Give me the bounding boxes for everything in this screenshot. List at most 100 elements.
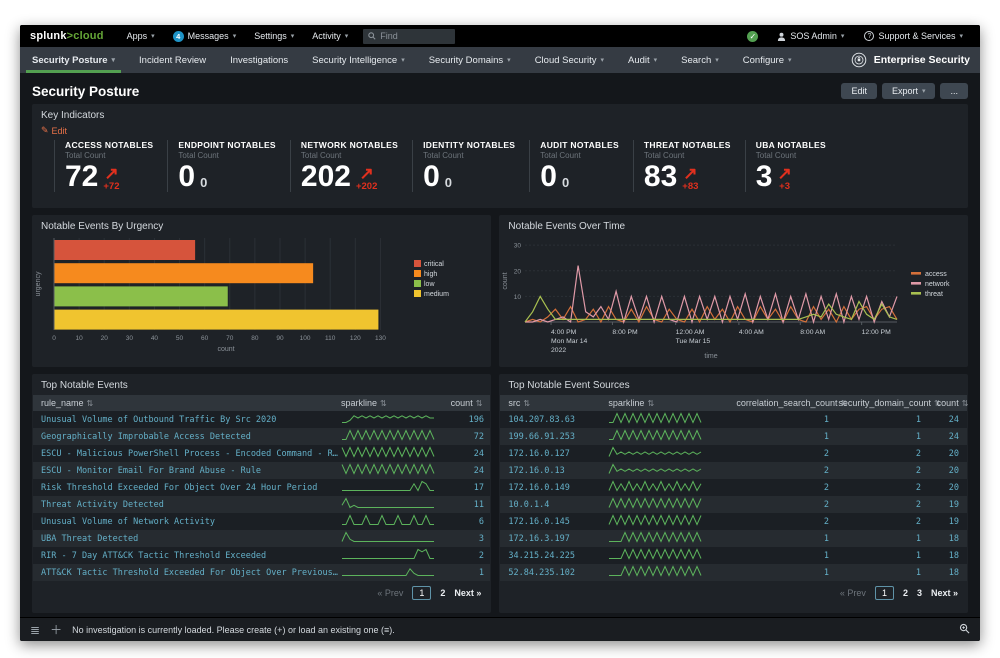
cell-count[interactable]: 2 <box>829 483 921 493</box>
topbar-menu-messages[interactable]: 4Messages▾ <box>164 25 246 47</box>
cell-count[interactable]: 1 <box>736 415 829 425</box>
pager-page-2[interactable]: 2 <box>440 588 445 598</box>
pager-page-2[interactable]: 2 <box>903 588 908 598</box>
urgency-bar-chart[interactable]: 0102030405060708090100110120130counturge… <box>32 234 484 360</box>
key-indicator-access-notables[interactable]: ACCESS NOTABLESTotal Count72↗+72 <box>54 140 167 192</box>
key-indicator-audit-notables[interactable]: AUDIT NOTABLESTotal Count00 <box>529 140 633 192</box>
edit-button[interactable]: Edit <box>841 83 877 99</box>
cell-count[interactable]: 196 <box>436 415 484 425</box>
cell-count[interactable]: 18 <box>921 551 959 561</box>
cell-count[interactable]: 2 <box>736 517 829 527</box>
cell-count[interactable]: 1 <box>736 432 829 442</box>
cell-count[interactable]: 2 <box>829 517 921 527</box>
cell-count[interactable]: 20 <box>921 466 959 476</box>
cell-count[interactable]: 17 <box>436 483 484 493</box>
column-header-count[interactable]: count⇅ <box>434 398 482 408</box>
cell-link[interactable]: 199.66.91.253 <box>508 432 608 442</box>
cell-link[interactable]: 172.16.0.13 <box>508 466 608 476</box>
cell-link[interactable]: Unusual Volume of Network Activity <box>41 517 341 527</box>
cell-count[interactable]: 2 <box>736 500 829 510</box>
cell-count[interactable]: 1 <box>736 568 829 578</box>
nav-tab-configure[interactable]: Configure▾ <box>731 47 804 73</box>
cell-count[interactable]: 20 <box>921 449 959 459</box>
support-menu[interactable]: ? Support & Services▾ <box>855 31 972 41</box>
cell-count[interactable]: 2 <box>829 500 921 510</box>
cell-count[interactable]: 2 <box>736 449 829 459</box>
nav-tab-investigations[interactable]: Investigations <box>218 47 300 73</box>
export-button[interactable]: Export▾ <box>882 83 936 99</box>
cell-link[interactable]: 34.215.24.225 <box>508 551 608 561</box>
cell-link[interactable]: 104.207.83.63 <box>508 415 608 425</box>
cell-count[interactable]: 24 <box>436 449 484 459</box>
key-indicator-endpoint-notables[interactable]: ENDPOINT NOTABLESTotal Count00 <box>167 140 290 192</box>
topbar-menu-settings[interactable]: Settings▾ <box>245 25 303 47</box>
key-indicator-identity-notables[interactable]: IDENTITY NOTABLESTotal Count00 <box>412 140 529 192</box>
cell-count[interactable]: 24 <box>921 415 959 425</box>
cell-count[interactable]: 18 <box>921 534 959 544</box>
cell-count[interactable]: 1 <box>436 568 484 578</box>
investigation-add-icon[interactable]: ＋ <box>50 621 62 638</box>
column-header-sparkline[interactable]: sparkline⇅ <box>608 398 736 408</box>
topbar-menu-apps[interactable]: Apps▾ <box>118 25 164 47</box>
cell-count[interactable]: 2 <box>736 466 829 476</box>
nav-tab-cloud-security[interactable]: Cloud Security▾ <box>523 47 616 73</box>
cell-link[interactable]: 10.0.1.4 <box>508 500 608 510</box>
pager-next[interactable]: Next » <box>454 588 481 598</box>
cell-link[interactable]: 172.16.3.197 <box>508 534 608 544</box>
cell-count[interactable]: 72 <box>436 432 484 442</box>
nav-tab-security-posture[interactable]: Security Posture▾ <box>20 47 127 73</box>
cell-count[interactable]: 24 <box>436 466 484 476</box>
pager-prev[interactable]: « Prev <box>840 588 866 598</box>
cell-count[interactable]: 19 <box>921 500 959 510</box>
cell-link[interactable]: UBA Threat Detected <box>41 534 341 544</box>
cell-count[interactable]: 19 <box>921 517 959 527</box>
column-header-count[interactable]: count⇅ <box>930 398 968 408</box>
more-button[interactable]: ... <box>940 83 968 99</box>
cell-count[interactable]: 1 <box>829 415 921 425</box>
topbar-menu-activity[interactable]: Activity▾ <box>303 25 357 47</box>
health-check-icon[interactable]: ✓ <box>747 31 758 42</box>
pager-page-1[interactable]: 1 <box>412 586 431 600</box>
cell-link[interactable]: Unusual Volume of Outbound Traffic By Sr… <box>41 415 341 425</box>
investigation-list-icon[interactable]: ≣ <box>30 623 40 637</box>
nav-tab-search[interactable]: Search▾ <box>669 47 731 73</box>
pager-next[interactable]: Next » <box>931 588 958 598</box>
column-header-src[interactable]: src⇅ <box>508 398 608 408</box>
nav-tab-audit[interactable]: Audit▾ <box>616 47 669 73</box>
overtime-line-chart[interactable]: 1020304:00 PMMon Mar 1420228:00 PM12:00 … <box>499 234 961 362</box>
nav-tab-security-domains[interactable]: Security Domains▾ <box>417 47 523 73</box>
cell-link[interactable]: Threat Activity Detected <box>41 500 341 510</box>
cell-link[interactable]: 172.16.0.145 <box>508 517 608 527</box>
cell-count[interactable]: 2 <box>736 483 829 493</box>
pager-prev[interactable]: « Prev <box>377 588 403 598</box>
key-indicator-threat-notables[interactable]: THREAT NOTABLESTotal Count83↗+83 <box>633 140 745 192</box>
pager-page-3[interactable]: 3 <box>917 588 922 598</box>
column-header-correlation_search_count[interactable]: correlation_search_count⇅ <box>736 398 838 408</box>
column-header-security_domain_count[interactable]: security_domain_count⇅ <box>838 398 930 408</box>
cell-count[interactable]: 1 <box>829 551 921 561</box>
cell-link[interactable]: 172.16.0.127 <box>508 449 608 459</box>
cell-link[interactable]: 52.84.235.102 <box>508 568 608 578</box>
cell-count[interactable]: 2 <box>829 449 921 459</box>
cell-count[interactable]: 24 <box>921 432 959 442</box>
key-indicators-edit-link[interactable]: ✎ Edit <box>32 123 968 138</box>
find-search-input[interactable]: Find <box>363 29 455 44</box>
cell-count[interactable]: 11 <box>436 500 484 510</box>
cell-link[interactable]: ATT&CK Tactic Threshold Exceeded For Obj… <box>41 568 341 578</box>
cell-link[interactable]: ESCU - Malicious PowerShell Process - En… <box>41 449 341 459</box>
pager-page-1[interactable]: 1 <box>875 586 894 600</box>
cell-count[interactable]: 3 <box>436 534 484 544</box>
cell-count[interactable]: 1 <box>829 432 921 442</box>
key-indicator-uba-notables[interactable]: UBA NOTABLESTotal Count3↗+3 <box>745 140 841 192</box>
splunk-cloud-logo[interactable]: splunk>cloud <box>30 30 104 42</box>
cell-link[interactable]: ESCU - Monitor Email For Brand Abuse - R… <box>41 466 341 476</box>
cell-count[interactable]: 1 <box>736 551 829 561</box>
cell-count[interactable]: 6 <box>436 517 484 527</box>
cell-link[interactable]: 172.16.0.149 <box>508 483 608 493</box>
cell-link[interactable]: RIR - 7 Day ATT&CK Tactic Threshold Exce… <box>41 551 341 561</box>
cell-count[interactable]: 1 <box>829 534 921 544</box>
nav-tab-security-intelligence[interactable]: Security Intelligence▾ <box>300 47 417 73</box>
column-header-sparkline[interactable]: sparkline⇅ <box>341 398 434 408</box>
cell-count[interactable]: 2 <box>436 551 484 561</box>
cell-count[interactable]: 1 <box>829 568 921 578</box>
